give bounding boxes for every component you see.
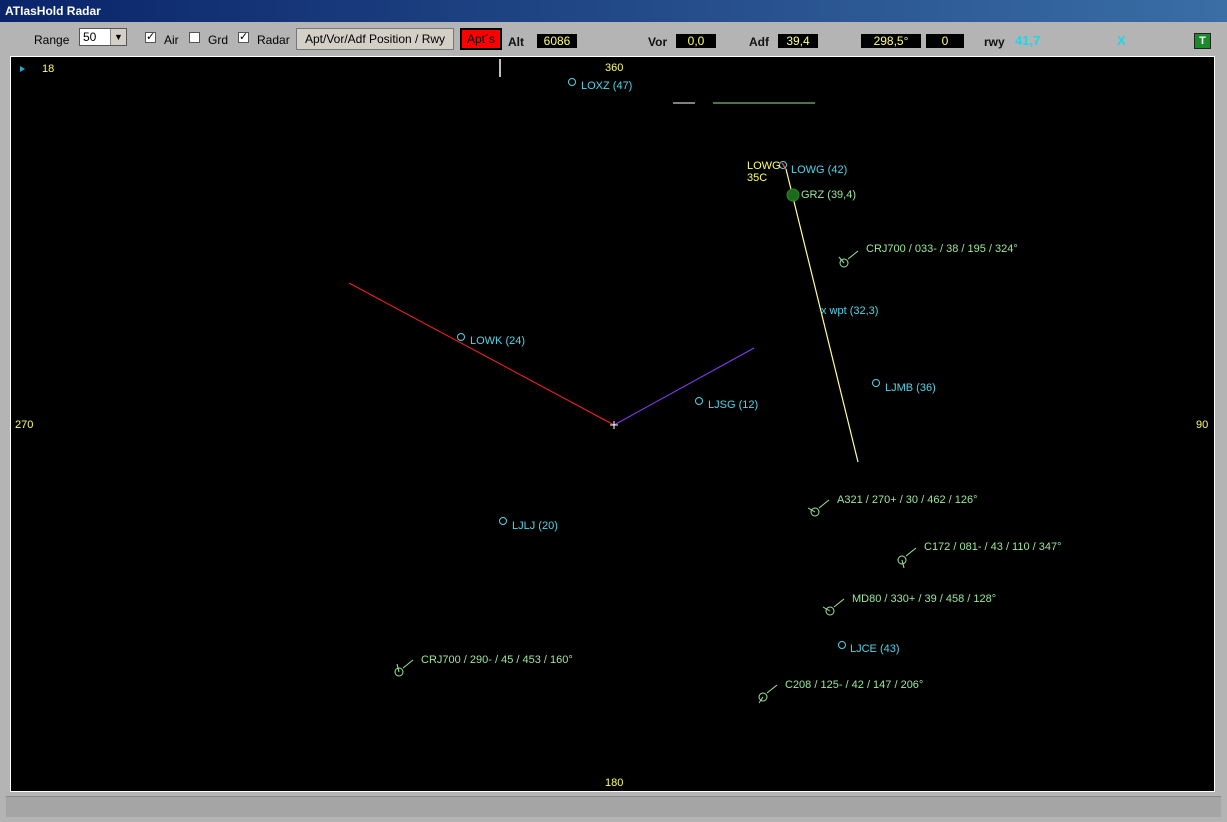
waypoint-label: x wpt (32,3)	[821, 305, 878, 317]
traffic-target[interactable]: A321 / 270+ / 30 / 462 / 126°	[807, 494, 977, 517]
runway-label-rwy: 35C	[747, 172, 767, 184]
compass-north: 360	[605, 62, 623, 74]
airport-lowk[interactable]: LOWK (24)	[457, 333, 526, 348]
airport-label: LOWK (24)	[470, 335, 525, 347]
apt-vor-adf-position-button[interactable]: Apt/Vor/Adf Position / Rwy	[296, 28, 454, 50]
vor-value: 0,0	[676, 34, 716, 48]
range-select[interactable]: 50 ▼	[79, 28, 127, 46]
rwy-label: rwy	[984, 35, 1005, 49]
heading-value: 298,5°	[861, 34, 921, 48]
adf-label: Adf	[749, 35, 769, 49]
airport-label: LOWG (42)	[791, 164, 847, 176]
traffic-label: C172 / 081- / 43 / 110 / 347°	[924, 541, 1062, 553]
traffic-label: A321 / 270+ / 30 / 462 / 126°	[837, 494, 977, 506]
alt-label: Alt	[508, 35, 524, 49]
window-title: ATIasHold Radar	[5, 4, 101, 18]
vor-label: Vor	[648, 35, 668, 49]
traffic-target[interactable]: MD80 / 330+ / 39 / 458 / 128°	[822, 593, 996, 616]
zero-value: 0	[926, 34, 964, 48]
range-label: Range	[34, 33, 70, 47]
airport-label: LJCE (43)	[850, 643, 900, 655]
radar-display[interactable]: 18 360 90 180 270 LOXZ (47) LOWG (42) LO…	[10, 56, 1215, 792]
alt-value: 6086	[537, 34, 577, 48]
compass-south: 180	[605, 777, 623, 789]
traffic-target[interactable]: CRJ700 / 290- / 45 / 453 / 160°	[394, 654, 573, 677]
chevron-down-icon[interactable]: ▼	[110, 29, 126, 45]
traffic-label: C208 / 125- / 42 / 147 / 206°	[785, 679, 923, 691]
own-aircraft-marker	[610, 421, 618, 429]
airport-label: LJSG (12)	[708, 399, 758, 411]
airport-label: LJMB (36)	[885, 382, 936, 394]
rwy-value: 41,7	[1015, 33, 1041, 48]
status-bar	[6, 796, 1221, 817]
traffic-target[interactable]: CRJ700 / 033- / 38 / 195 / 324°	[838, 243, 1018, 268]
air-checkbox[interactable]: ✓	[145, 32, 156, 43]
compass-east: 90	[1196, 419, 1208, 431]
plane-icon	[20, 66, 25, 72]
t-toggle-button[interactable]: T	[1194, 33, 1211, 49]
air-label: Air	[164, 33, 179, 47]
grd-checkbox[interactable]	[189, 32, 200, 43]
apts-button[interactable]: Apt´s	[460, 28, 502, 50]
airport-ljmb[interactable]: LJMB (36)	[872, 379, 936, 395]
runway-label-airport: LOWG	[747, 160, 781, 172]
grd-label: Grd	[208, 33, 229, 47]
adf-station-label: GRZ (39,4)	[801, 189, 856, 201]
adf-value: 39,4	[778, 34, 818, 48]
radar-checkbox[interactable]: ✓	[238, 32, 249, 43]
traffic-label: MD80 / 330+ / 39 / 458 / 128°	[852, 593, 996, 605]
title-bar: ATIasHold Radar	[0, 0, 1227, 22]
close-x-button[interactable]: X	[1117, 33, 1126, 48]
traffic-target[interactable]: C172 / 081- / 43 / 110 / 347°	[897, 541, 1062, 569]
traffic-target[interactable]: C208 / 125- / 42 / 147 / 206°	[758, 679, 923, 704]
airport-label: LJLJ (20)	[512, 520, 558, 532]
heading-line	[348, 282, 615, 426]
radar-label: Radar	[257, 33, 290, 47]
corner-value: 18	[42, 63, 54, 75]
range-value: 50	[83, 30, 97, 44]
adf-station-grz[interactable]: GRZ (39,4)	[786, 188, 856, 202]
traffic-label: CRJ700 / 290- / 45 / 453 / 160°	[421, 654, 573, 666]
airport-lowg[interactable]: LOWG (42)	[779, 161, 848, 177]
traffic-label: CRJ700 / 033- / 38 / 195 / 324°	[866, 243, 1018, 255]
airport-loxz[interactable]: LOXZ (47)	[568, 78, 633, 93]
compass-west: 270	[15, 419, 33, 431]
airport-label: LOXZ (47)	[581, 80, 632, 92]
course-line	[613, 347, 755, 426]
radar-scope: 18 360 90 180 270 LOXZ (47) LOWG (42) LO…	[15, 59, 1208, 789]
airport-ljsg[interactable]: LJSG (12)	[695, 397, 759, 412]
airport-ljlj[interactable]: LJLJ (20)	[499, 517, 558, 533]
airport-ljce[interactable]: LJCE (43)	[838, 641, 900, 656]
